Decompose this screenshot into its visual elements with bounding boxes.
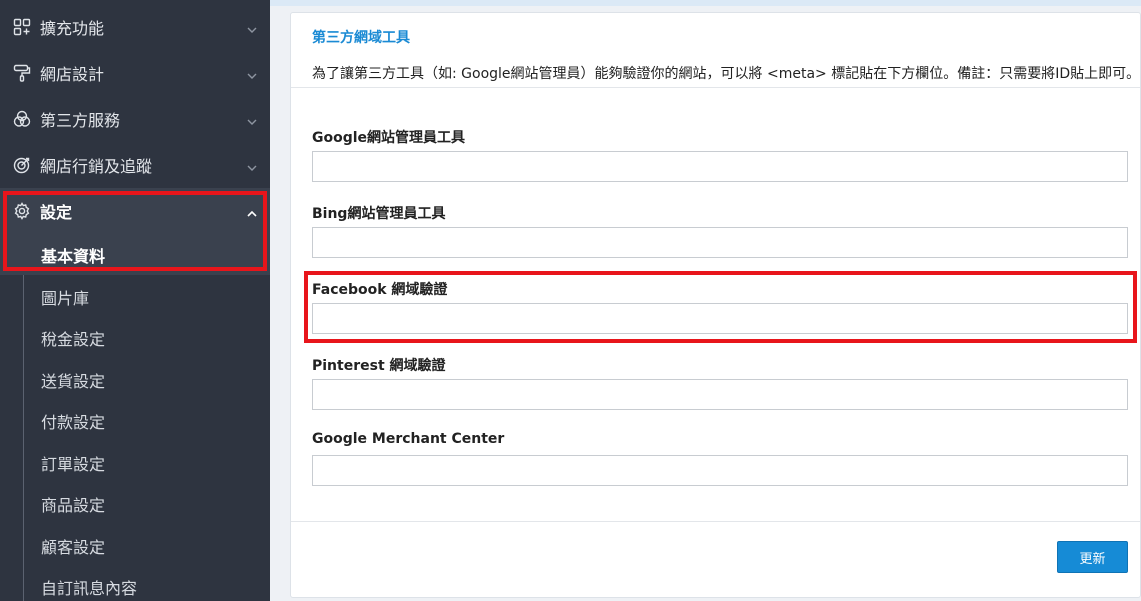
- bing-webmaster-input[interactable]: [312, 227, 1128, 258]
- panel-title: 第三方網域工具: [312, 30, 410, 46]
- sidebar-subitem-label: 送貨設定: [41, 371, 106, 391]
- sidebar-item-third-party[interactable]: 第三方服務: [0, 96, 270, 142]
- chevron-up-icon: [246, 205, 258, 217]
- sidebar-subitem-payment[interactable]: 付款設定: [0, 400, 270, 441]
- sidebar-item-label: 網店行銷及追蹤: [40, 157, 153, 176]
- google-merchant-input[interactable]: [312, 455, 1128, 486]
- divider: [291, 521, 1140, 522]
- sidebar-subitem-label: 訂單設定: [41, 454, 106, 474]
- sidebar-item-label: 第三方服務: [40, 111, 121, 130]
- rings-icon: [12, 109, 32, 129]
- sidebar-subitem-label: 稅金設定: [41, 329, 106, 349]
- chevron-down-icon: [246, 21, 258, 33]
- chevron-down-icon: [246, 159, 258, 171]
- paint-roller-icon: [12, 63, 32, 83]
- sidebar-subitem-tax[interactable]: 稅金設定: [0, 317, 270, 358]
- sidebar-subitem-basic-info[interactable]: 基本資料: [0, 234, 270, 275]
- google-merchant-label: Google Merchant Center: [312, 431, 505, 447]
- google-webmaster-label: Google網站管理員工具: [312, 130, 466, 146]
- sidebar-item-settings[interactable]: 設定: [0, 188, 270, 234]
- pinterest-domain-input[interactable]: [312, 379, 1128, 410]
- divider: [291, 87, 1140, 88]
- chevron-down-icon: [246, 67, 258, 79]
- pinterest-domain-label: Pinterest 網域驗證: [312, 358, 446, 374]
- sidebar-subitem-label: 自訂訊息內容: [41, 578, 138, 598]
- bing-webmaster-label: Bing網站管理員工具: [312, 206, 446, 222]
- sidebar-subitem-label: 商品設定: [41, 495, 106, 515]
- target-icon: [12, 155, 32, 175]
- panel-description: 為了讓第三方工具（如: Google網站管理員）能夠驗證你的網站，可以將 <me…: [312, 66, 1141, 82]
- sidebar-subitem-orders[interactable]: 訂單設定: [0, 442, 270, 483]
- gear-icon: [12, 201, 32, 221]
- sidebar-subitem-custom-messages[interactable]: 自訂訊息內容: [0, 566, 270, 601]
- sidebar-subitem-label: 圖片庫: [41, 288, 90, 308]
- sidebar-subitem-products[interactable]: 商品設定: [0, 483, 270, 524]
- apps-icon: [12, 17, 32, 37]
- third-party-domain-panel: 第三方網域工具 為了讓第三方工具（如: Google網站管理員）能夠驗證你的網站…: [290, 12, 1141, 598]
- facebook-domain-label: Facebook 網域驗證: [312, 282, 448, 298]
- sidebar-item-extensions[interactable]: 擴充功能: [0, 4, 270, 50]
- sidebar-item-label: 網店設計: [40, 65, 105, 84]
- sidebar: 擴充功能 網店設計 第三方服務 網店行銷及追蹤 設定 基本資料 圖片庫 稅金設定…: [0, 0, 270, 601]
- google-webmaster-input[interactable]: [312, 151, 1128, 182]
- sidebar-subitem-label: 基本資料: [41, 246, 106, 266]
- sidebar-item-label: 設定: [40, 203, 73, 222]
- sidebar-subitem-label: 付款設定: [41, 412, 106, 432]
- sidebar-subitem-shipping[interactable]: 送貨設定: [0, 359, 270, 400]
- sidebar-item-store-design[interactable]: 網店設計: [0, 50, 270, 96]
- sidebar-item-label: 擴充功能: [40, 19, 105, 38]
- sidebar-subitem-label: 顧客設定: [41, 537, 106, 557]
- sidebar-subitem-customers[interactable]: 顧客設定: [0, 525, 270, 566]
- sidebar-item-marketing[interactable]: 網店行銷及追蹤: [0, 142, 270, 188]
- update-button[interactable]: 更新: [1057, 541, 1128, 573]
- chevron-down-icon: [246, 113, 258, 125]
- top-strip: [270, 0, 1141, 6]
- facebook-domain-input[interactable]: [312, 303, 1128, 334]
- sidebar-subitem-image-library[interactable]: 圖片庫: [0, 276, 270, 317]
